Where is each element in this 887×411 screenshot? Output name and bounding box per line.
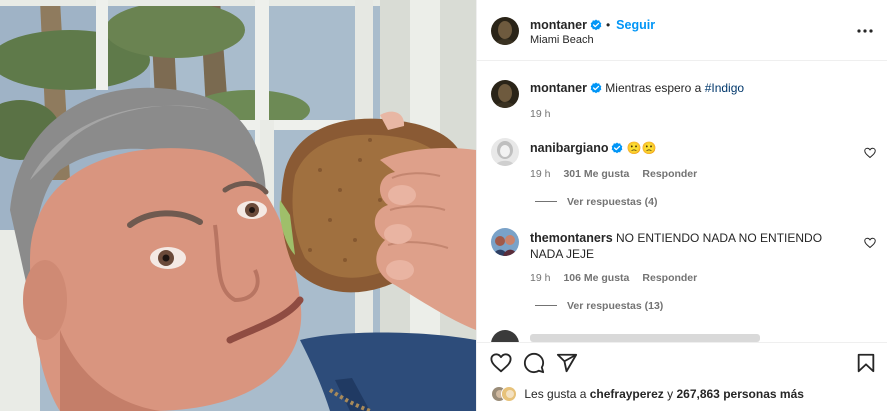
caption-time[interactable]: 19 h [530, 108, 550, 120]
likes-count[interactable]: 267,863 [676, 387, 719, 401]
heart-icon[interactable] [490, 352, 512, 374]
commenter-avatar[interactable] [491, 330, 519, 342]
comment-icon[interactable] [523, 352, 545, 374]
comment-like-heart-icon[interactable] [864, 146, 876, 159]
comment-author[interactable]: nanibargiano [530, 141, 608, 155]
avatar-image [491, 228, 519, 256]
commenter-avatar[interactable] [491, 228, 519, 256]
likes-user[interactable]: chefrayperez [590, 387, 664, 401]
avatar-image [491, 138, 519, 166]
avatar-image [491, 17, 519, 45]
replies-divider [535, 305, 557, 306]
post-details-panel: montaner • Seguir Miami Beach montaner Mie… [476, 0, 887, 411]
post-actions: Les gusta a chefrayperez y 267,863 perso… [477, 342, 887, 411]
caption-meta: 19 h [530, 108, 563, 120]
verified-badge-icon [611, 142, 623, 158]
comments-list[interactable]: montaner Mientras espero a #Indigo 19 h … [477, 62, 887, 342]
caption-body: Mientras espero a [605, 81, 702, 95]
caption-avatar[interactable] [491, 80, 519, 108]
view-replies-button[interactable]: Ver respuestas (13) [535, 300, 663, 312]
follow-button[interactable]: Seguir [616, 18, 655, 32]
comment-text: nanibargiano 🙁🙁 [530, 140, 850, 158]
caption-hashtag[interactable]: #Indigo [705, 81, 744, 95]
comment-reply-button[interactable]: Responder [642, 272, 697, 284]
liker-avatar [501, 386, 517, 402]
comment-author[interactable]: themontaners [530, 231, 613, 245]
comment-time[interactable]: 19 h [530, 272, 550, 284]
commenter-avatar[interactable] [491, 138, 519, 166]
post-photo[interactable] [0, 0, 476, 411]
comment-meta: 19 h 106 Me gusta Responder [530, 272, 710, 284]
comment-reply-button[interactable]: Responder [642, 168, 697, 180]
comment-body: 🙁🙁 [626, 141, 657, 155]
post-photo-image [0, 0, 476, 411]
bookmark-icon[interactable] [855, 352, 877, 374]
more-options-icon[interactable] [856, 24, 874, 38]
view-replies-label: Ver respuestas (4) [567, 196, 658, 208]
likes-prefix: Les gusta a [524, 387, 587, 401]
view-replies-button[interactable]: Ver respuestas (4) [535, 196, 657, 208]
verified-badge-icon [590, 82, 602, 98]
comment-like-heart-icon[interactable] [864, 236, 876, 249]
avatar-image [491, 330, 519, 342]
separator-dot: • [605, 18, 611, 32]
comment-likes[interactable]: 301 Me gusta [563, 168, 629, 180]
post-header: montaner • Seguir Miami Beach [477, 0, 887, 61]
comment-text: themontaners NO ENTIENDO NADA NO ENTIEND… [530, 230, 850, 262]
likes-suffix[interactable]: personas más [723, 387, 804, 401]
comment-likes[interactable]: 106 Me gusta [563, 272, 629, 284]
header-title-row: montaner • Seguir [530, 16, 655, 36]
caption-text: montaner Mientras espero a #Indigo [530, 80, 850, 98]
author-avatar[interactable] [491, 17, 519, 45]
likes-summary[interactable]: Les gusta a chefrayperez y 267,863 perso… [491, 386, 804, 402]
post-location[interactable]: Miami Beach [530, 34, 594, 46]
comment-time[interactable]: 19 h [530, 168, 550, 180]
avatar-image [491, 80, 519, 108]
comment-meta: 19 h 301 Me gusta Responder [530, 168, 710, 180]
partial-comment-text [530, 334, 760, 342]
replies-divider [535, 201, 557, 202]
share-icon[interactable] [556, 352, 578, 374]
author-username[interactable]: montaner [530, 18, 587, 32]
likes-middle: y [667, 387, 674, 401]
view-replies-label: Ver respuestas (13) [567, 300, 664, 312]
caption-author[interactable]: montaner [530, 81, 587, 95]
